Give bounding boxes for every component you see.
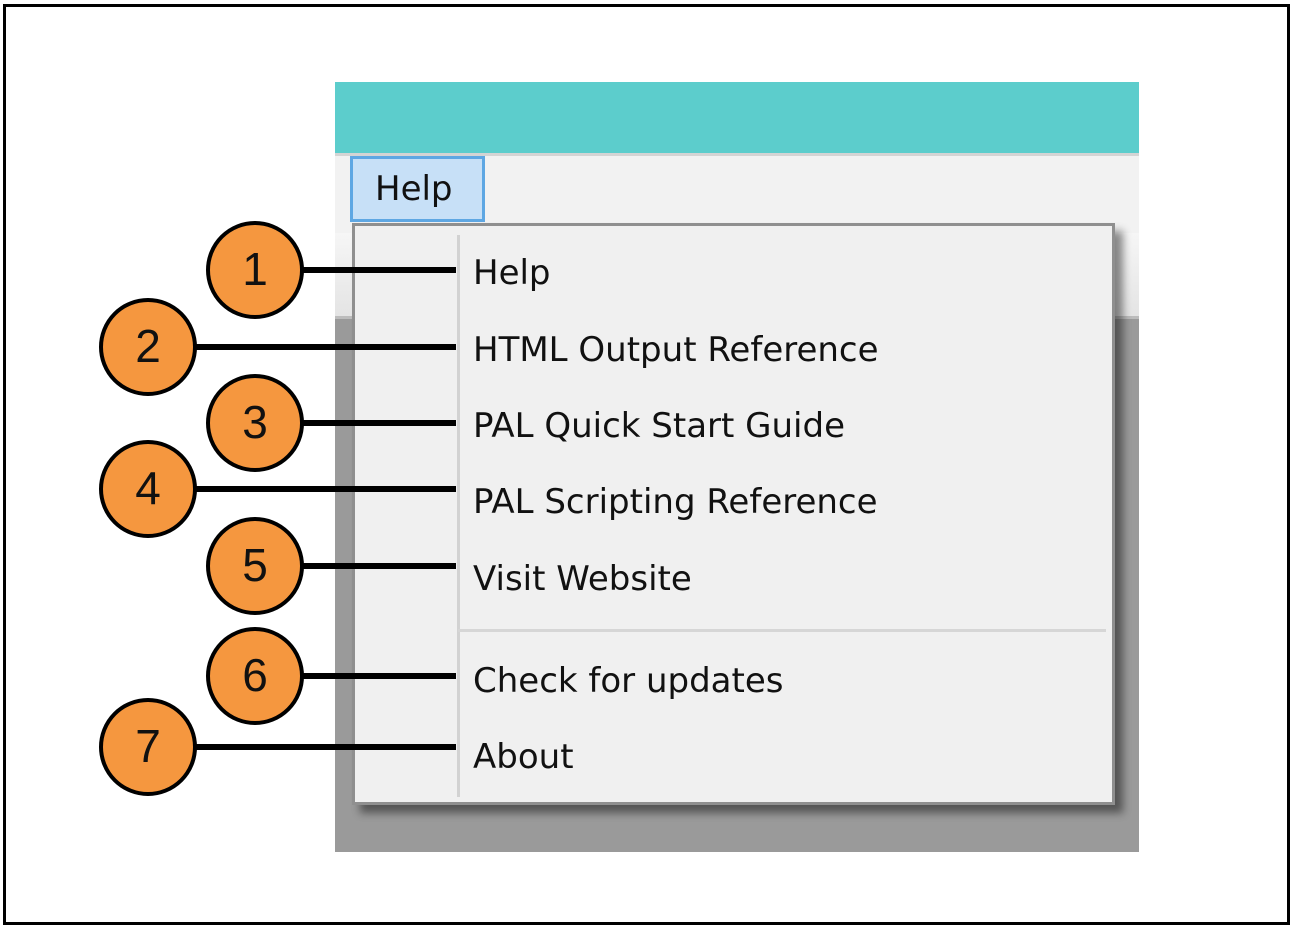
callout-number: 4 [135,462,161,514]
callout-number: 5 [242,539,268,591]
callout-2: 2 [99,298,456,396]
callout-1: 1 [206,221,456,319]
callout-annotations: 1 2 3 4 5 6 7 [99,221,456,796]
callout-number: 3 [242,396,268,448]
callout-number: 2 [135,320,161,372]
callout-number: 7 [135,720,161,772]
callout-number: 1 [242,243,268,295]
callout-6: 6 [206,627,456,725]
callout-3: 3 [206,374,456,472]
callout-number: 6 [242,649,268,701]
callout-5: 5 [206,517,456,615]
